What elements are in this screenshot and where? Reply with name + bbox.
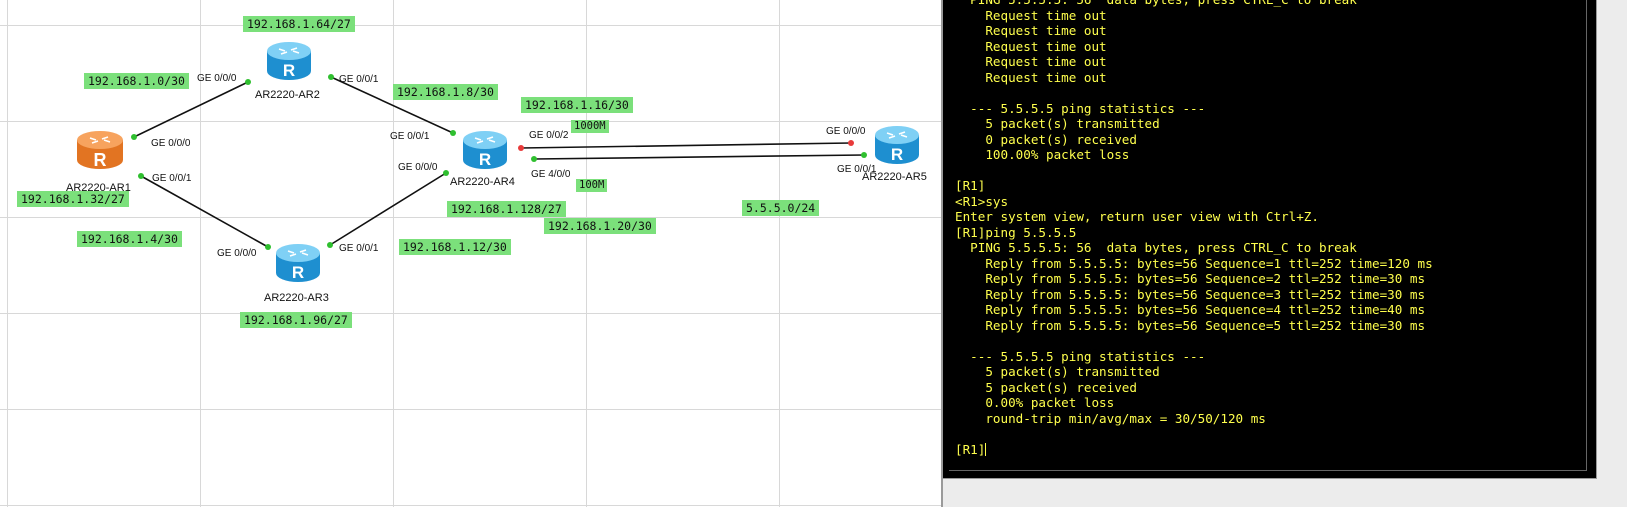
svg-text:R: R bbox=[292, 263, 304, 282]
terminal-line: [R1] bbox=[955, 178, 986, 193]
terminal-line: Enter system view, return user view with… bbox=[955, 209, 1319, 224]
terminal-line: Request time out bbox=[955, 54, 1107, 69]
network-label: 192.168.1.32/27 bbox=[17, 191, 129, 207]
svg-text:R: R bbox=[479, 150, 491, 169]
port-dot bbox=[131, 134, 137, 140]
terminal-scrollbar[interactable] bbox=[1596, 0, 1627, 507]
terminal-line: Reply from 5.5.5.5: bytes=56 Sequence=4 … bbox=[955, 302, 1426, 317]
terminal-line: Reply from 5.5.5.5: bytes=56 Sequence=1 … bbox=[955, 255, 1433, 271]
network-label: 192.168.1.20/30 bbox=[544, 218, 656, 234]
network-label: 192.168.1.64/27 bbox=[243, 16, 355, 32]
network-label: 192.168.1.128/27 bbox=[447, 201, 566, 217]
network-label: 192.168.1.96/27 bbox=[240, 312, 352, 328]
terminal-line: round-trip min/avg/max = 30/50/120 ms bbox=[955, 410, 1266, 426]
terminal-prompt[interactable]: [R1] bbox=[955, 442, 985, 457]
svg-text:R: R bbox=[94, 150, 107, 170]
terminal-line: [R1]ping 5.5.5.5 bbox=[955, 224, 1077, 240]
text-cursor bbox=[985, 442, 987, 456]
port-dot bbox=[328, 74, 334, 80]
port-dot bbox=[138, 173, 144, 179]
device-label-ar3: AR2220-AR3 bbox=[264, 292, 329, 304]
device-label-ar2: AR2220-AR2 bbox=[255, 89, 320, 101]
port-label: GE 0/0/1 bbox=[152, 173, 192, 184]
port-label: GE 0/0/1 bbox=[339, 74, 379, 85]
port-label: GE 0/0/2 bbox=[529, 130, 569, 141]
router-ar3-icon[interactable]: R bbox=[276, 244, 320, 282]
port-dot bbox=[531, 156, 537, 162]
port-label: GE 0/0/1 bbox=[339, 243, 379, 254]
port-label: GE 0/0/0 bbox=[217, 248, 257, 259]
terminal-line: Request time out bbox=[955, 23, 1107, 38]
router-ar5-icon[interactable]: R bbox=[875, 126, 919, 164]
port-label: GE 0/0/1 bbox=[837, 164, 877, 175]
terminal-line: Request time out bbox=[955, 7, 1107, 23]
link-speed-label: 100M bbox=[576, 179, 608, 192]
terminal-output-area[interactable]: PING 5.5.5.5: 56 data bytes, press CTRL_… bbox=[949, 0, 1587, 471]
terminal-line: --- 5.5.5.5 ping statistics --- bbox=[955, 348, 1206, 364]
device-label-ar4: AR2220-AR4 bbox=[450, 176, 515, 188]
port-label: GE 0/0/0 bbox=[398, 162, 438, 173]
port-dot bbox=[265, 244, 271, 250]
terminal-line: 100.00% packet loss bbox=[955, 147, 1130, 162]
terminal-line: 0.00% packet loss bbox=[955, 395, 1115, 410]
network-label: 192.168.1.12/30 bbox=[399, 239, 511, 255]
terminal-line: Request time out bbox=[955, 38, 1107, 54]
link-ar4-ar5-ge0[interactable] bbox=[520, 142, 852, 149]
port-label: GE 0/0/0 bbox=[826, 126, 866, 137]
svg-text:R: R bbox=[891, 145, 903, 164]
port-dot-down bbox=[848, 140, 854, 146]
network-label: 192.168.1.8/30 bbox=[393, 84, 498, 100]
port-dot bbox=[327, 242, 333, 248]
network-label: 192.168.1.16/30 bbox=[521, 97, 633, 113]
port-label: GE 0/0/0 bbox=[151, 138, 191, 149]
port-label: GE 4/0/0 bbox=[531, 169, 571, 180]
terminal-line: Reply from 5.5.5.5: bytes=56 Sequence=2 … bbox=[955, 271, 1426, 286]
terminal-output: PING 5.5.5.5: 56 data bytes, press CTRL_… bbox=[955, 0, 1433, 457]
terminal-horizontal-scrollbar[interactable] bbox=[943, 478, 1597, 507]
terminal-line: Reply from 5.5.5.5: bytes=56 Sequence=5 … bbox=[955, 317, 1426, 333]
terminal-line: 0 packet(s) received bbox=[955, 131, 1137, 147]
link-ar3-ar4[interactable] bbox=[329, 172, 447, 246]
port-dot bbox=[245, 79, 251, 85]
network-label: 192.168.1.4/30 bbox=[77, 231, 182, 247]
terminal-line: Reply from 5.5.5.5: bytes=56 Sequence=3 … bbox=[955, 286, 1426, 302]
port-dot bbox=[443, 170, 449, 176]
link-ar4-ar5-ge1[interactable] bbox=[533, 154, 865, 160]
terminal-line: Request time out bbox=[955, 69, 1107, 85]
port-label: GE 0/0/1 bbox=[390, 131, 430, 142]
terminal-line: PING 5.5.5.5: 56 data bytes, press CTRL_… bbox=[955, 240, 1357, 255]
terminal-line: <R1>sys bbox=[955, 193, 1009, 209]
port-dot-down bbox=[518, 145, 524, 151]
router-ar2-icon[interactable]: R bbox=[267, 42, 311, 80]
terminal-line: 5 packet(s) received bbox=[955, 379, 1137, 395]
terminal-line: PING 5.5.5.5: 56 data bytes, press CTRL_… bbox=[955, 0, 1357, 7]
network-label: 192.168.1.0/30 bbox=[84, 73, 189, 89]
link-ar1-ar2[interactable] bbox=[133, 81, 249, 138]
terminal-line: --- 5.5.5.5 ping statistics --- bbox=[955, 100, 1206, 116]
port-label: GE 0/0/0 bbox=[197, 73, 237, 84]
router-ar4-icon[interactable]: R bbox=[463, 131, 507, 169]
terminal-line: 5 packet(s) transmitted bbox=[955, 364, 1160, 379]
terminal-line: 5 packet(s) transmitted bbox=[955, 116, 1160, 131]
network-label: 5.5.5.0/24 bbox=[742, 200, 820, 216]
port-dot bbox=[450, 130, 456, 136]
svg-text:R: R bbox=[283, 61, 295, 80]
cli-terminal-window[interactable]: PING 5.5.5.5: 56 data bytes, press CTRL_… bbox=[941, 0, 1627, 507]
link-speed-label: 1000M bbox=[571, 120, 609, 133]
port-dot bbox=[861, 152, 867, 158]
router-ar1-icon[interactable]: R bbox=[77, 131, 123, 170]
